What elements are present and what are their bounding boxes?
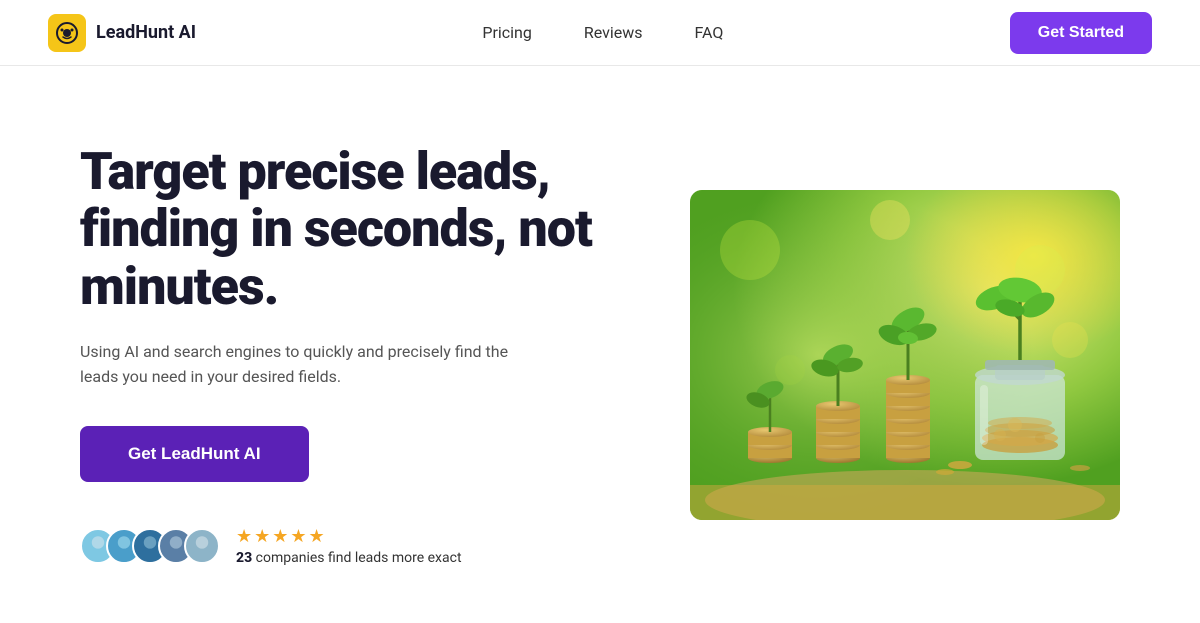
hero-headline: Target precise leads, finding in seconds… xyxy=(80,143,620,315)
logo-text: LeadHunt AI xyxy=(96,22,196,43)
hero-content: Target precise leads, finding in seconds… xyxy=(80,143,620,566)
hero-cta-button[interactable]: Get LeadHunt AI xyxy=(80,426,309,482)
hero-subtext: Using AI and search engines to quickly a… xyxy=(80,339,540,390)
proof-description: companies find leads more exact xyxy=(256,550,462,566)
logo[interactable]: LeadHunt AI xyxy=(48,14,196,52)
nav-link-reviews[interactable]: Reviews xyxy=(584,23,643,42)
proof-text: ★★★★★ 23 companies find leads more exact xyxy=(236,526,462,566)
logo-icon xyxy=(48,14,86,52)
nav-link-pricing[interactable]: Pricing xyxy=(482,23,532,42)
proof-label: 23 companies find leads more exact xyxy=(236,550,462,566)
hero-section: Target precise leads, finding in seconds… xyxy=(0,66,1200,623)
avatar-group xyxy=(80,528,220,564)
avatar xyxy=(184,528,220,564)
nav-links: Pricing Reviews FAQ xyxy=(482,23,723,42)
navbar: LeadHunt AI Pricing Reviews FAQ Get Star… xyxy=(0,0,1200,66)
proof-count: 23 xyxy=(236,550,252,566)
hero-image xyxy=(690,190,1120,520)
nav-link-faq[interactable]: FAQ xyxy=(695,23,724,42)
star-rating: ★★★★★ xyxy=(236,526,462,547)
get-started-button[interactable]: Get Started xyxy=(1010,12,1152,54)
social-proof: ★★★★★ 23 companies find leads more exact xyxy=(80,526,620,566)
